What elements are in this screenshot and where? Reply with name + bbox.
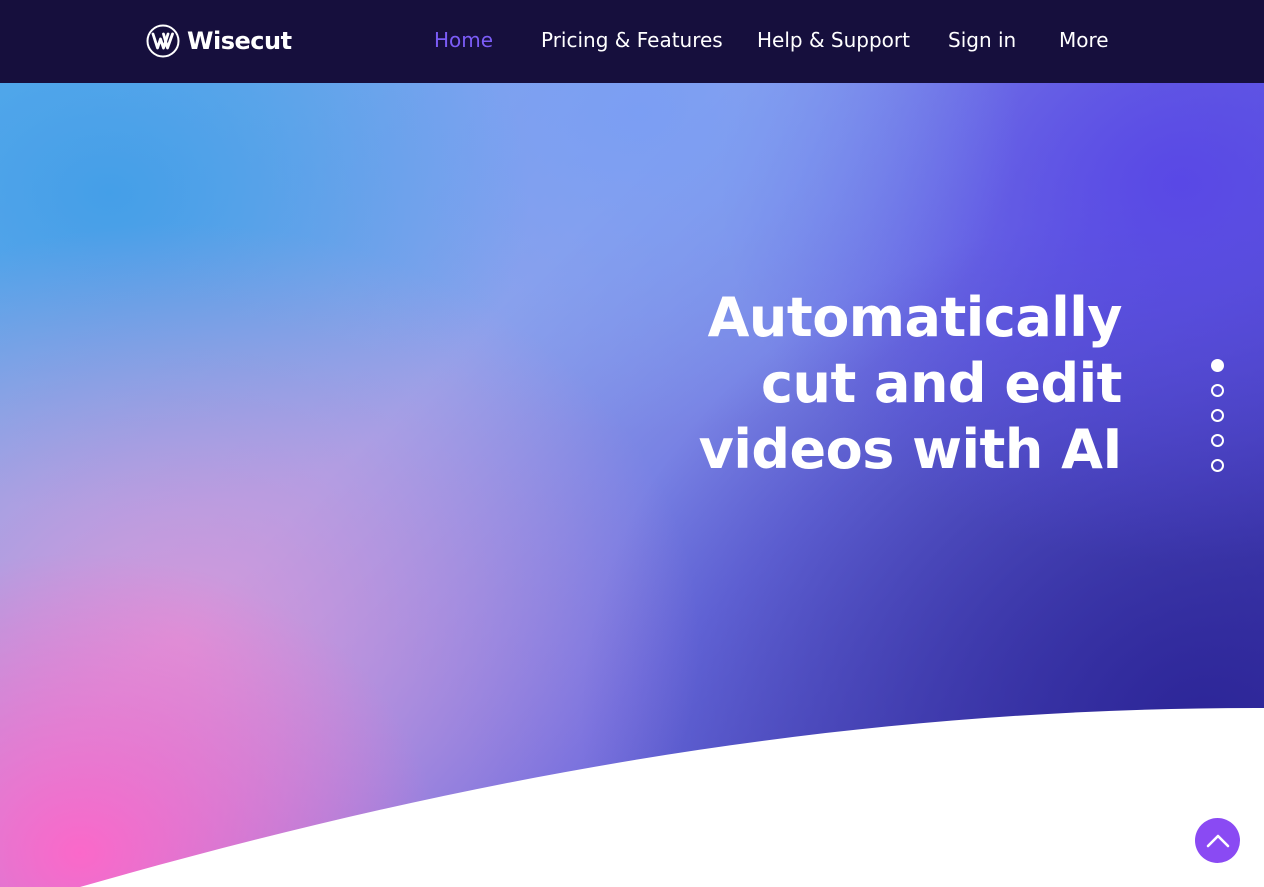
scroll-to-top-button[interactable] [1195,818,1240,863]
slide-dot-3[interactable] [1211,409,1224,422]
hero-headline: Automatically cut and edit videos with A… [562,285,1123,483]
slide-dot-4[interactable] [1211,434,1224,447]
nav-item-help-support[interactable]: Help & Support [757,28,910,52]
chevron-up-icon [1206,834,1229,847]
site-header: Wisecut Home Pricing & Features Help & S… [0,0,1264,83]
hero-section: Automatically cut and edit videos with A… [0,83,1264,887]
slide-dot-2[interactable] [1211,384,1224,397]
headline-line: Automatically [707,286,1123,349]
slide-dot-1[interactable] [1211,359,1224,372]
nav-item-sign-in[interactable]: Sign in [948,28,1016,52]
hero-bottom-wave [80,707,1264,887]
headline-line: videos with AI [698,418,1123,481]
main-nav: Home Pricing & Features Help & Support S… [0,28,1264,58]
nav-item-more[interactable]: More [1059,28,1109,52]
headline-line: cut and edit [760,352,1123,415]
nav-item-pricing-features[interactable]: Pricing & Features [541,28,723,52]
page: Wisecut Home Pricing & Features Help & S… [0,0,1264,887]
nav-item-home[interactable]: Home [434,28,493,52]
slide-dot-5[interactable] [1211,459,1224,472]
